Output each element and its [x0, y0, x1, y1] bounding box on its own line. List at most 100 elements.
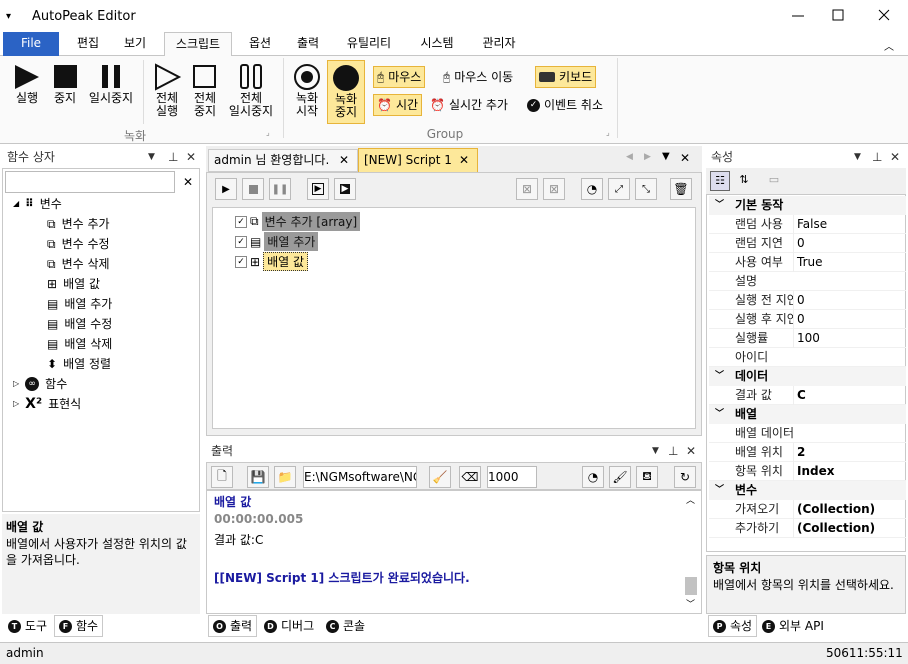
prop-row[interactable]: 결과 값C: [709, 386, 906, 405]
script-line-selected[interactable]: ✓ ⊞ 배열 값: [235, 252, 308, 271]
tab-console[interactable]: C 콘솔: [322, 615, 369, 637]
output-fill-button[interactable]: ⛾: [636, 466, 658, 488]
tree-item-var-edit[interactable]: ⧉ 변수 수정: [47, 234, 110, 254]
prop-row[interactable]: 추가하기 (Collection): [709, 519, 906, 538]
event-cancel-toggle[interactable]: ✓ 이벤트 취소: [527, 94, 603, 116]
close-doc-icon[interactable]: ✕: [680, 151, 690, 165]
prop-row[interactable]: 아이디: [709, 348, 906, 367]
output-path-input[interactable]: [303, 466, 417, 488]
keyboard-toggle[interactable]: 키보드: [535, 66, 597, 88]
maximize-button[interactable]: [828, 7, 848, 25]
realtime-add-toggle[interactable]: ⏰ 실시간 추가: [430, 94, 508, 116]
output-erase-button[interactable]: ⌫: [459, 466, 481, 488]
record-stop-button[interactable]: 녹화 중지: [327, 60, 365, 124]
stop-button[interactable]: 중지: [46, 62, 84, 105]
script-line[interactable]: ✓ ▤ 배열 추가: [235, 232, 319, 251]
group-launcher-icon[interactable]: ⌟: [606, 128, 610, 137]
script-collapse-button[interactable]: ⤡: [635, 178, 657, 200]
collapse-ribbon-icon[interactable]: ︿: [884, 38, 894, 53]
scroll-thumb[interactable]: [685, 577, 697, 595]
doc-tab-script1[interactable]: [NEW] Script 1 ✕: [358, 148, 478, 173]
script-line[interactable]: ✓ ⧉ 변수 추가 [array]: [235, 212, 361, 231]
time-toggle[interactable]: ⏰ 시간: [373, 94, 423, 116]
function-search-input[interactable]: [5, 171, 175, 193]
alphabetical-view-button[interactable]: ⇅: [734, 171, 754, 191]
pin-icon[interactable]: ⊥: [872, 146, 882, 168]
doc-tab-welcome[interactable]: admin 님 환영합니다. ✕: [208, 149, 358, 172]
dropdown-icon[interactable]: ▼: [854, 146, 861, 168]
scroll-down-icon[interactable]: ﹀: [686, 597, 695, 610]
output-brush-button[interactable]: 🖌: [609, 466, 631, 488]
tab-utility[interactable]: 유틸리티: [337, 32, 401, 56]
categorized-view-button[interactable]: ☷: [710, 171, 730, 191]
tab-file[interactable]: File: [3, 32, 59, 56]
output-count-stepper[interactable]: [487, 466, 537, 488]
tab-script[interactable]: 스크립트: [164, 32, 232, 57]
prop-row[interactable]: 랜덤 사용 False: [709, 215, 906, 234]
tab-options[interactable]: 옵션: [237, 32, 283, 56]
close-button[interactable]: [874, 7, 894, 25]
output-clean-button[interactable]: 🧹: [429, 466, 451, 488]
tree-item-array-add[interactable]: ▤ 배열 추가: [47, 294, 112, 314]
prop-row[interactable]: 실행 후 지연 0: [709, 310, 906, 329]
output-refresh-button[interactable]: ↻: [674, 466, 696, 488]
output-open-button[interactable]: 📁: [274, 466, 296, 488]
script-disable-button[interactable]: ⊠: [516, 178, 538, 200]
mouse-toggle[interactable]: 🖰 마우스: [373, 66, 426, 88]
tab-tools[interactable]: T 도구: [4, 615, 51, 637]
prop-row[interactable]: 실행률 100: [709, 329, 906, 348]
tab-view[interactable]: 보기: [112, 32, 158, 56]
pause-all-button[interactable]: 전체 일시중지: [224, 62, 278, 118]
script-run-button[interactable]: ▶: [215, 178, 237, 200]
scroll-up-icon[interactable]: ︿: [686, 493, 695, 506]
prop-row[interactable]: 사용 여부 True: [709, 253, 906, 272]
prop-row[interactable]: 항목 위치 Index: [709, 462, 906, 481]
minimize-button[interactable]: [788, 7, 808, 25]
output-scrollbar[interactable]: ︿ ﹀: [683, 491, 699, 611]
checkbox-checked-icon[interactable]: ✓: [235, 255, 247, 268]
output-new-button[interactable]: 🗋: [211, 466, 233, 488]
output-clock-button[interactable]: ◔: [582, 466, 604, 488]
script-disable-all-button[interactable]: ⊠: [543, 178, 565, 200]
tab-list-icon[interactable]: ▼: [662, 151, 670, 162]
script-run-from-button[interactable]: ▶: [334, 178, 356, 200]
tree-item-array-value[interactable]: ⊞ 배열 값: [47, 274, 100, 294]
tab-properties[interactable]: P 속성: [708, 615, 758, 637]
close-panel-icon[interactable]: ✕: [186, 146, 196, 168]
close-panel-icon[interactable]: ✕: [686, 440, 696, 462]
checkbox-checked-icon[interactable]: ✓: [235, 235, 247, 248]
tree-item-var-delete[interactable]: ⧉ 변수 삭제: [47, 254, 110, 274]
prop-category-basic[interactable]: ﹀ 기본 동작: [709, 196, 906, 215]
tab-admin[interactable]: 관리자: [472, 32, 526, 56]
tree-item-array-sort[interactable]: ⬍ 배열 정렬: [47, 354, 111, 374]
tab-edit[interactable]: 편집: [65, 32, 111, 56]
pin-icon[interactable]: ⊥: [668, 440, 678, 462]
tab-functions[interactable]: F 함수: [54, 615, 104, 637]
script-delete-button[interactable]: 🗑: [670, 178, 692, 200]
tree-item-array-edit[interactable]: ▤ 배열 수정: [47, 314, 112, 334]
close-tab-icon[interactable]: ✕: [339, 150, 349, 171]
script-stop-button[interactable]: [242, 178, 264, 200]
stop-all-button[interactable]: 전체 중지: [186, 62, 224, 118]
script-pause-button[interactable]: ❚❚: [269, 178, 291, 200]
prop-row[interactable]: 랜덤 지연 0: [709, 234, 906, 253]
property-pages-button[interactable]: ▭: [764, 171, 784, 191]
output-save-button[interactable]: 💾: [247, 466, 269, 488]
script-timer-button[interactable]: ◔: [581, 178, 603, 200]
prop-category-array[interactable]: ﹀ 배열: [709, 405, 906, 424]
clear-search-button[interactable]: ✕: [178, 172, 198, 192]
run-all-button[interactable]: 전체 실행: [148, 62, 186, 118]
checkbox-checked-icon[interactable]: ✓: [235, 215, 247, 228]
dropdown-icon[interactable]: ▼: [652, 440, 659, 462]
close-panel-icon[interactable]: ✕: [890, 146, 900, 168]
prop-row[interactable]: 가져오기 (Collection): [709, 500, 906, 519]
tree-node-functions[interactable]: ▷ ∞ 함수: [13, 374, 67, 394]
prop-category-data[interactable]: ﹀ 데이터: [709, 367, 906, 386]
tree-node-expressions[interactable]: ▷ X² 표현식: [13, 394, 81, 414]
tab-debug[interactable]: D 디버그: [260, 615, 318, 637]
close-tab-icon[interactable]: ✕: [459, 149, 469, 171]
group-record-launcher-icon[interactable]: ⌟: [266, 128, 270, 137]
prop-category-variables[interactable]: ﹀ 변수: [709, 481, 906, 500]
tab-output[interactable]: 출력: [285, 32, 331, 56]
dropdown-icon[interactable]: ▼: [148, 146, 155, 168]
